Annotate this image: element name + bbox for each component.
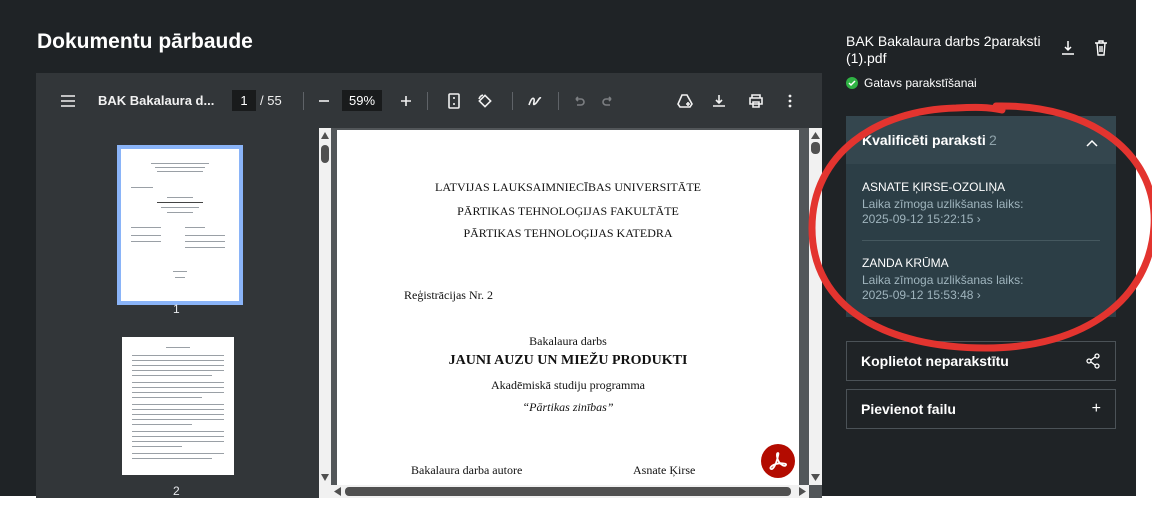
document-canvas[interactable]: LATVIJAS LAUKSAIMNIECĪBAS UNIVERSITĀTE P… [331,128,809,485]
author-name: Asnate Ķirse [633,463,696,477]
pdf-doc-title: BAK Bakalaura d... [98,93,215,108]
timestamp-label: Laika zīmoga uzlikšanas laiks: [862,197,1024,211]
fit-page-icon[interactable] [444,73,464,128]
pdf-viewer: BAK Bakalaura d... 1 / 55 59% 1 2 LATVIJ… [36,73,822,498]
signatures-count: 2 [989,132,997,148]
toolbar-divider [558,92,559,110]
add-drive-icon[interactable] [675,73,695,128]
page-total: / 55 [260,93,282,108]
timestamp-value[interactable]: 2025-09-12 15:53:48 › [862,288,1102,303]
signer-name: ZANDA KRŪMA [862,256,949,270]
share-unsigned-label: Koplietot neparakstītu [861,353,1009,369]
check-icon [846,77,858,89]
page-heading-faculty: PĀRTIKAS TEHNOLOĢIJAS FAKULTĀTE [457,204,679,218]
signature-item[interactable]: ZANDA KRŪMA Laika zīmoga uzlikšanas laik… [862,256,1102,303]
more-icon[interactable] [780,73,800,128]
app-window: Dokumentu pārbaude BAK Bakalaura d... 1 … [0,0,1136,498]
share-unsigned-button[interactable]: Koplietot neparakstītu [846,341,1116,381]
signer-name: ASNATE ĶIRSE-OZOLIŅA [862,180,1006,194]
signatures-header[interactable]: Kvalificēti paraksti 2 [846,116,1116,164]
add-file-label: Pievienot failu [861,401,956,417]
annotate-icon[interactable] [526,73,546,128]
zoom-out-icon[interactable] [314,73,334,128]
author-label: Bakalaura darba autore [411,463,523,477]
add-file-button[interactable]: Pievienot failu + [846,389,1116,429]
signatures-title: Kvalificēti paraksti [862,132,986,148]
undo-icon[interactable] [570,73,588,128]
work-type: Bakalaura darbs [529,334,607,348]
signature-divider [862,240,1100,241]
document-vertical-scrollbar[interactable] [809,128,822,485]
thumbnail-number: 1 [173,302,180,316]
share-icon [1085,353,1101,372]
status-text: Gatavs parakstīšanai [864,76,977,90]
thumbnail-page-1[interactable] [117,145,243,305]
thumbnail-sidebar: 1 2 [36,128,319,498]
toolbar-divider [303,92,304,110]
signature-item[interactable]: ASNATE ĶIRSE-OZOLIŅA Laika zīmoga uzlikš… [862,180,1102,227]
scroll-corner [319,485,331,498]
plus-icon: + [1091,400,1101,417]
document-page: LATVIJAS LAUKSAIMNIECĪBAS UNIVERSITĀTE P… [337,130,799,485]
thumbnail-scrollbar[interactable] [319,128,331,485]
timestamp-value[interactable]: 2025-09-12 15:22:15 › [862,212,1102,227]
zoom-input[interactable]: 59% [342,90,382,111]
zoom-in-icon[interactable] [396,73,416,128]
chevron-up-icon[interactable] [1086,134,1098,150]
page-title: Dokumentu pārbaude [37,30,253,53]
pdf-toolbar: BAK Bakalaura d... 1 / 55 59% [36,73,822,128]
trash-icon[interactable] [1094,40,1108,61]
rotate-icon[interactable] [474,73,494,128]
status-ready: Gatavs parakstīšanai [846,76,977,90]
page-heading-department: PĀRTIKAS TEHNOLOĢIJAS KATEDRA [463,226,673,240]
thumbnail-page-2[interactable] [122,337,234,475]
program-name: “Pārtikas zinības” [522,400,614,414]
page-heading-university: LATVIJAS LAUKSAIMNIECĪBAS UNIVERSITĀTE [435,180,701,194]
study-program: Akadēmiskā studiju programma [491,378,645,392]
menu-icon[interactable] [56,73,80,128]
page-number-input[interactable]: 1 [232,90,256,111]
download-icon[interactable] [1061,40,1075,61]
registration-number: Reģistrācijas Nr. 2 [404,288,493,302]
thumbnail-number: 2 [173,484,180,498]
redo-icon[interactable] [599,73,617,128]
toolbar-divider [512,92,513,110]
download-icon[interactable] [709,73,729,128]
print-icon[interactable] [746,73,766,128]
work-title: JAUNI AUZU UN MIEŽU PRODUKTI [448,353,688,368]
file-name: BAK Bakalaura darbs 2paraksti (1).pdf [846,33,1041,66]
timestamp-label: Laika zīmoga uzlikšanas laiks: [862,273,1024,287]
adobe-acrobat-icon[interactable] [761,444,795,478]
qualified-signatures-panel: Kvalificēti paraksti 2 ASNATE ĶIRSE-OZOL… [846,116,1116,317]
document-horizontal-scrollbar[interactable] [331,485,809,498]
toolbar-divider [427,92,428,110]
